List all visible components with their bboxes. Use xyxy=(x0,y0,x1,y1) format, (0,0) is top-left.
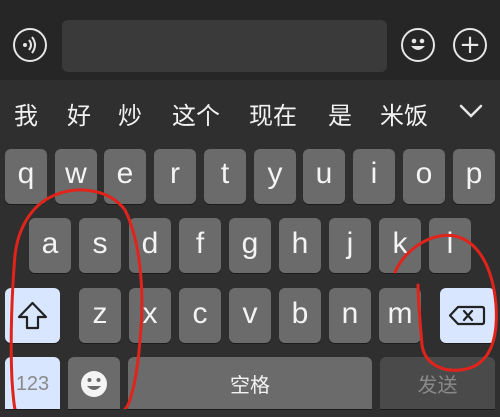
plus-icon: + xyxy=(459,30,481,60)
key-d[interactable]: d xyxy=(129,218,171,273)
numbers-key[interactable]: 123 xyxy=(5,357,60,409)
key-n[interactable]: n xyxy=(329,288,371,343)
message-input[interactable] xyxy=(62,20,387,72)
key-e[interactable]: e xyxy=(104,149,146,204)
key-p[interactable]: p xyxy=(453,149,495,204)
key-o[interactable]: o xyxy=(403,149,445,204)
space-key[interactable]: 空格 xyxy=(128,357,372,409)
key-a[interactable]: a xyxy=(29,218,71,273)
delete-key[interactable] xyxy=(440,288,495,343)
key-l[interactable]: l xyxy=(429,218,471,273)
key-c[interactable]: c xyxy=(179,288,221,343)
candidate-word[interactable]: 我 xyxy=(14,100,38,132)
smiley-icon xyxy=(411,38,425,50)
candidate-word[interactable]: 炒 xyxy=(118,100,142,132)
key-g[interactable]: g xyxy=(229,218,271,273)
key-q[interactable]: q xyxy=(5,149,47,204)
emoji-button[interactable] xyxy=(401,28,435,62)
send-key[interactable]: 发送 xyxy=(380,357,495,409)
key-w[interactable]: w xyxy=(55,149,97,204)
more-options-button[interactable]: + xyxy=(453,28,487,62)
key-s[interactable]: s xyxy=(79,218,121,273)
key-f[interactable]: f xyxy=(179,218,221,273)
chevron-down-icon[interactable] xyxy=(458,98,484,124)
key-y[interactable]: y xyxy=(254,149,296,204)
candidate-word[interactable]: 这个 xyxy=(172,100,220,132)
candidate-word[interactable]: 好 xyxy=(67,100,91,132)
backspace-icon xyxy=(448,305,486,326)
shift-arrow-icon xyxy=(17,301,48,330)
voice-waves-icon xyxy=(23,36,36,54)
key-i[interactable]: i xyxy=(353,149,395,204)
key-j[interactable]: j xyxy=(329,218,371,273)
candidate-word[interactable]: 是 xyxy=(328,100,352,132)
key-b[interactable]: b xyxy=(279,288,321,343)
key-z[interactable]: z xyxy=(79,288,121,343)
key-x[interactable]: x xyxy=(129,288,171,343)
emoji-key[interactable] xyxy=(68,357,120,409)
emoji-face-icon xyxy=(81,371,107,397)
candidate-word[interactable]: 米饭 xyxy=(380,100,428,132)
key-k[interactable]: k xyxy=(379,218,421,273)
key-u[interactable]: u xyxy=(303,149,345,204)
voice-input-button[interactable] xyxy=(13,28,47,62)
key-v[interactable]: v xyxy=(229,288,271,343)
candidate-word[interactable]: 现在 xyxy=(249,100,297,132)
key-h[interactable]: h xyxy=(279,218,321,273)
key-t[interactable]: t xyxy=(204,149,246,204)
shift-key[interactable] xyxy=(5,288,60,343)
key-m[interactable]: m xyxy=(379,288,421,343)
key-r[interactable]: r xyxy=(154,149,196,204)
